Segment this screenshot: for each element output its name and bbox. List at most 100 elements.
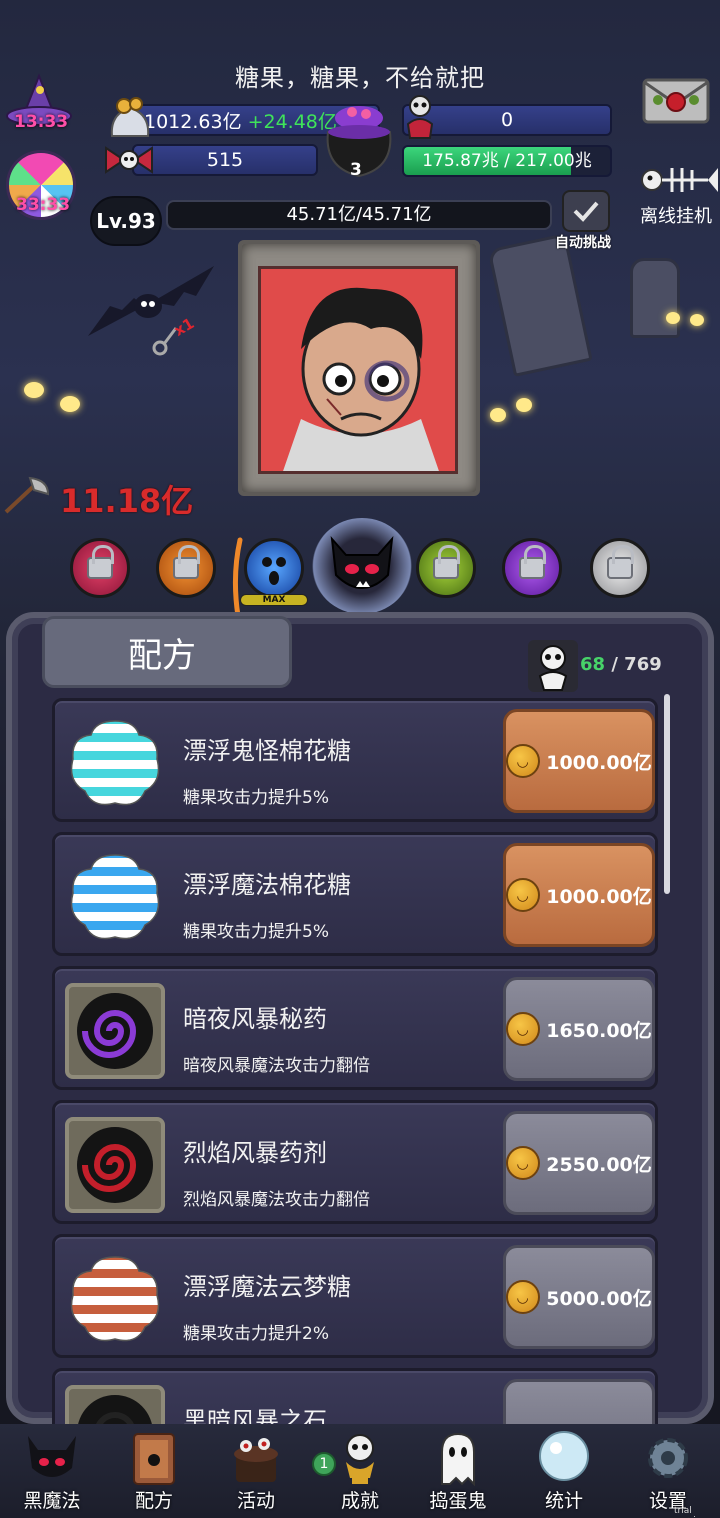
nav-label: 黑魔法 [23, 1490, 81, 1512]
glowing-eye [490, 408, 506, 422]
recipe-buy-button[interactable]: 1000.00亿 [503, 843, 655, 947]
bow-count-bar: 515 [132, 144, 318, 176]
pumpkin-coin-icon [506, 1280, 541, 1314]
skull-collection-icon [528, 640, 578, 692]
pumpkin-coin-icon [506, 744, 541, 778]
fishbone-icon[interactable] [638, 160, 718, 200]
locked-spell-orb-purple[interactable] [502, 538, 562, 598]
auto-challenge-checkbox[interactable] [562, 190, 610, 232]
skull-bow-icon [105, 146, 153, 174]
devil-icon [330, 535, 394, 589]
mail-icon[interactable] [640, 74, 712, 128]
recipe-book-icon [133, 1433, 175, 1485]
recipe-row: 烈焰风暴药剂烈焰风暴魔法攻击力翻倍 2550.00亿 [52, 1100, 658, 1224]
nav-pranksters[interactable]: 捣蛋鬼 [408, 1424, 508, 1518]
lock-icon [173, 545, 200, 579]
recipe-scrollbar[interactable] [664, 694, 670, 894]
locked-spell-orb-orange[interactable] [156, 538, 216, 598]
marshmallow-candy-icon [65, 1251, 165, 1347]
recipe-name: 暗夜风暴秘药 [183, 1005, 327, 1033]
crystal-ball-icon [539, 1431, 589, 1481]
nav-label: 成就 [340, 1490, 379, 1512]
auto-challenge-label: 自动挑战 [555, 235, 611, 251]
recipe-buy-button[interactable]: 2550.00亿 [503, 1111, 655, 1215]
recipe-price: 2550.00亿 [546, 1153, 652, 1176]
lock-icon [519, 545, 546, 579]
recipe-buy-button[interactable]: 1000.00亿 [503, 709, 655, 813]
recipe-buy-button[interactable]: 5000.00亿 [503, 1245, 655, 1349]
achievement-badge: 1 [312, 1452, 336, 1476]
progress-text: 175.87兆 / 217.00兆 [422, 151, 592, 171]
recipe-buy-button[interactable]: 1650.00亿 [503, 977, 655, 1081]
recipe-description: 糖果攻击力提升5% [183, 788, 329, 808]
nav-recipes[interactable]: 配方 [104, 1424, 204, 1518]
locked-spell-orb-red[interactable] [70, 538, 130, 598]
recipe-description: 糖果攻击力提升2% [183, 1324, 329, 1344]
pumpkin-coin-icon [506, 1012, 541, 1046]
candy-timer: 33:33 [16, 195, 71, 215]
skull-count: 0 [500, 109, 514, 131]
nav-statistics[interactable]: 统计 [514, 1424, 614, 1518]
marshmallow-candy-icon [65, 849, 165, 945]
candy-bag-icon [110, 97, 150, 137]
boss-hp-bar: 45.71亿/45.71亿 [166, 200, 552, 230]
candy-amount: 1012.63亿 [144, 110, 242, 133]
glowing-eye [690, 314, 704, 326]
recipe-price: 1000.00亿 [546, 885, 652, 908]
axe-icon [4, 476, 50, 514]
recipe-price: 1650.00亿 [546, 1019, 652, 1042]
recipe-description: 糖果攻击力提升5% [183, 922, 329, 942]
pumpkin-coin-icon [506, 1146, 541, 1180]
recipe-name: 漂浮魔法棉花糖 [183, 871, 351, 899]
gear-icon [648, 1438, 688, 1478]
recipe-price: 1000.00亿 [546, 751, 652, 774]
recipe-count-current: 68 [580, 654, 606, 675]
boss-portrait[interactable] [258, 266, 458, 474]
bottom-nav: 黑魔法 配方 活动 成就 捣蛋鬼 统计 设置 [0, 1424, 720, 1518]
glowing-eye [24, 382, 44, 398]
game-title: 糖果，糖果，不给就把 [235, 64, 485, 92]
level-badge: Lv.93 [90, 196, 162, 246]
nav-black-magic[interactable]: 黑魔法 [2, 1424, 102, 1518]
damage-value: 11.18亿 [60, 482, 194, 520]
recipe-row: 暗夜风暴秘药暗夜风暴魔法攻击力翻倍 1650.00亿 [52, 966, 658, 1090]
locked-spell-orb-white[interactable] [590, 538, 650, 598]
nav-label: 统计 [544, 1490, 583, 1512]
trial-version-label: trial version [674, 1506, 707, 1518]
recipe-description: 暗夜风暴魔法攻击力翻倍 [183, 1056, 370, 1076]
recipe-name: 漂浮鬼怪棉花糖 [183, 737, 351, 765]
recipe-name: 烈焰风暴药剂 [183, 1139, 327, 1167]
nav-label: 活动 [236, 1490, 275, 1512]
check-icon [573, 201, 599, 222]
skull-trophy-icon [346, 1434, 374, 1484]
swirl-potion-icon [65, 1117, 165, 1213]
spell-orb-dark-devil-active[interactable] [312, 518, 412, 614]
lock-icon [87, 545, 114, 579]
progress-bar: 175.87兆 / 217.00兆 [402, 145, 612, 177]
tombstone [487, 233, 593, 377]
cauldron-count: 3 [350, 160, 362, 180]
recipe-price: 5000.00亿 [546, 1287, 652, 1310]
nav-events[interactable]: 活动 [206, 1424, 306, 1518]
pumpkin-coin-icon [506, 878, 541, 912]
bow-count: 515 [206, 149, 244, 171]
recipe-row: 漂浮鬼怪棉花糖糖果攻击力提升5% 1000.00亿 [52, 698, 658, 822]
game-screen: 糖果，糖果，不给就把 13:33 33:33 1012.63亿 +24.48亿 … [0, 0, 720, 1518]
swirl-potion-icon [65, 983, 165, 1079]
hat-timer: 13:33 [14, 112, 69, 132]
nav-settings[interactable]: 设置 [618, 1424, 718, 1518]
recipe-description: 烈焰风暴魔法攻击力翻倍 [183, 1190, 370, 1210]
eyeball-cake-icon [234, 1438, 278, 1482]
recipe-row: 漂浮魔法棉花糖糖果攻击力提升5% 1000.00亿 [52, 832, 658, 956]
recipe-count-total: / 769 [611, 654, 662, 675]
lock-icon [433, 545, 460, 579]
nav-label: 配方 [134, 1490, 173, 1512]
nav-label: 捣蛋鬼 [429, 1490, 487, 1512]
locked-spell-orb-green[interactable] [416, 538, 476, 598]
panel-title: 配方 [128, 636, 196, 676]
skull-potion-icon [406, 95, 434, 139]
tombstone [630, 258, 680, 338]
recipe-name: 漂浮魔法云梦糖 [183, 1273, 351, 1301]
marshmallow-candy-icon [65, 715, 165, 811]
offline-idle-label[interactable]: 离线挂机 [640, 202, 712, 228]
